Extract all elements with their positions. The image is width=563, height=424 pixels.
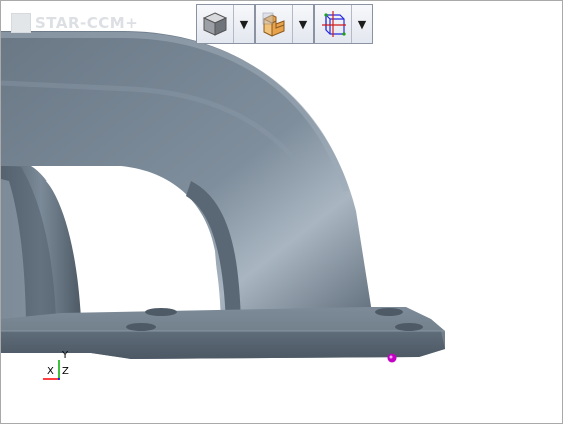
section-part-icon	[262, 12, 285, 37]
view-cube-button[interactable]	[197, 5, 234, 43]
chevron-down-icon: ▼	[298, 17, 308, 31]
chevron-down-icon: ▼	[239, 17, 249, 31]
bounding-box-button[interactable]	[315, 5, 352, 43]
section-dropdown[interactable]: ▼	[293, 5, 313, 43]
view-cube-dropdown[interactable]: ▼	[234, 5, 254, 43]
triad-y-label: Y	[62, 350, 69, 361]
graphics-viewport[interactable]: STAR-CCM+ ▼ ▼ ▼ Y X Z	[0, 0, 563, 424]
bounds-dropdown[interactable]: ▼	[352, 5, 372, 43]
section-view-button[interactable]	[256, 5, 293, 43]
logo-text: STAR-CCM+	[35, 14, 139, 32]
triad-x-label: X	[47, 366, 54, 377]
starccm-logo: STAR-CCM+	[11, 13, 138, 33]
section-group: ▼	[255, 4, 314, 44]
shaded-cube-icon	[202, 12, 228, 36]
chevron-down-icon: ▼	[357, 17, 367, 31]
manifold-model[interactable]	[1, 1, 562, 423]
triad-z-label: Z	[62, 366, 69, 377]
view-cube-group: ▼	[196, 4, 255, 44]
wireframe-box-icon	[322, 11, 346, 37]
triad-axes	[43, 360, 60, 380]
axis-triad: Y X Z	[39, 351, 79, 383]
bounds-group: ▼	[314, 4, 373, 44]
view-toolbar: ▼ ▼ ▼	[196, 4, 373, 44]
logo-mark-icon	[11, 13, 31, 33]
